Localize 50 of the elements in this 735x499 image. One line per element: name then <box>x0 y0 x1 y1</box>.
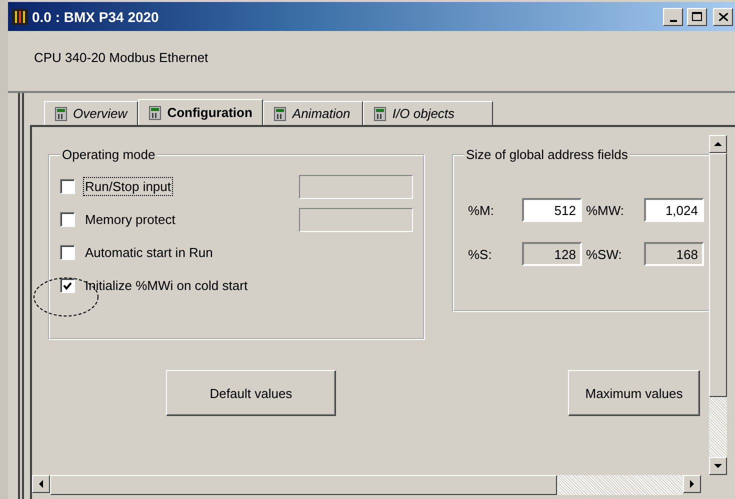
field-label: %SW: <box>585 246 623 262</box>
arrow-down-icon <box>714 462 722 470</box>
values-button[interactable]: Default values <box>166 370 336 416</box>
field-label: %MW: <box>585 202 626 218</box>
field-label: %M: <box>467 202 495 218</box>
input-field: 128 <box>522 242 582 266</box>
group-title: Operating mode <box>61 147 156 162</box>
window-title: 0.0 : BMX P34 2020 <box>32 8 160 24</box>
input-field[interactable]: 512 <box>522 198 582 222</box>
checkbox-label[interactable]: Automatic start in Run <box>83 243 215 262</box>
scroll-thumb[interactable] <box>709 153 727 397</box>
checkbox[interactable] <box>60 212 75 227</box>
checkbox[interactable] <box>60 179 75 194</box>
module-icon <box>55 106 67 120</box>
module-icon <box>149 106 162 120</box>
scroll-up-button[interactable] <box>709 135 727 153</box>
arrow-right-icon <box>688 480 696 488</box>
vertical-scrollbar[interactable] <box>709 135 727 475</box>
input-field: 168 <box>644 242 704 266</box>
input-field[interactable]: 1,024 <box>644 198 704 222</box>
minimize-button[interactable] <box>663 8 683 26</box>
module-description: CPU 340-20 Modbus Ethernet <box>34 50 208 65</box>
checkbox[interactable] <box>60 245 75 260</box>
module-icon <box>374 106 386 120</box>
maximize-icon <box>692 12 702 21</box>
arrow-up-icon <box>714 140 722 148</box>
maximize-button[interactable] <box>687 8 707 26</box>
checkbox-label[interactable]: Memory protect <box>83 210 178 229</box>
tab[interactable]: Configuration <box>138 99 264 125</box>
scroll-right-button[interactable] <box>683 475 701 493</box>
arrow-left-icon <box>37 480 45 488</box>
app-icon <box>12 8 28 24</box>
minimize-icon <box>670 20 676 22</box>
values-button[interactable]: Maximum values <box>568 370 700 416</box>
close-button[interactable] <box>713 8 733 26</box>
field-label: %S: <box>467 246 493 262</box>
scroll-down-button[interactable] <box>709 457 727 475</box>
scroll-left-button[interactable] <box>32 475 50 493</box>
tab[interactable]: Overview <box>44 101 138 125</box>
check-icon <box>63 282 72 290</box>
horizontal-scrollbar[interactable] <box>32 475 701 495</box>
tab[interactable]: I/O objects <box>363 101 494 125</box>
close-icon <box>718 12 728 20</box>
group-title: Size of global address fields <box>465 147 629 162</box>
module-icon <box>274 106 286 120</box>
checkbox-label[interactable]: Initialize %MWi on cold start <box>83 276 250 295</box>
checkbox-label[interactable]: Run/Stop input <box>83 177 174 196</box>
tab[interactable]: Animation <box>263 101 364 125</box>
scroll-thumb[interactable] <box>50 475 557 495</box>
checkbox[interactable] <box>60 278 75 293</box>
